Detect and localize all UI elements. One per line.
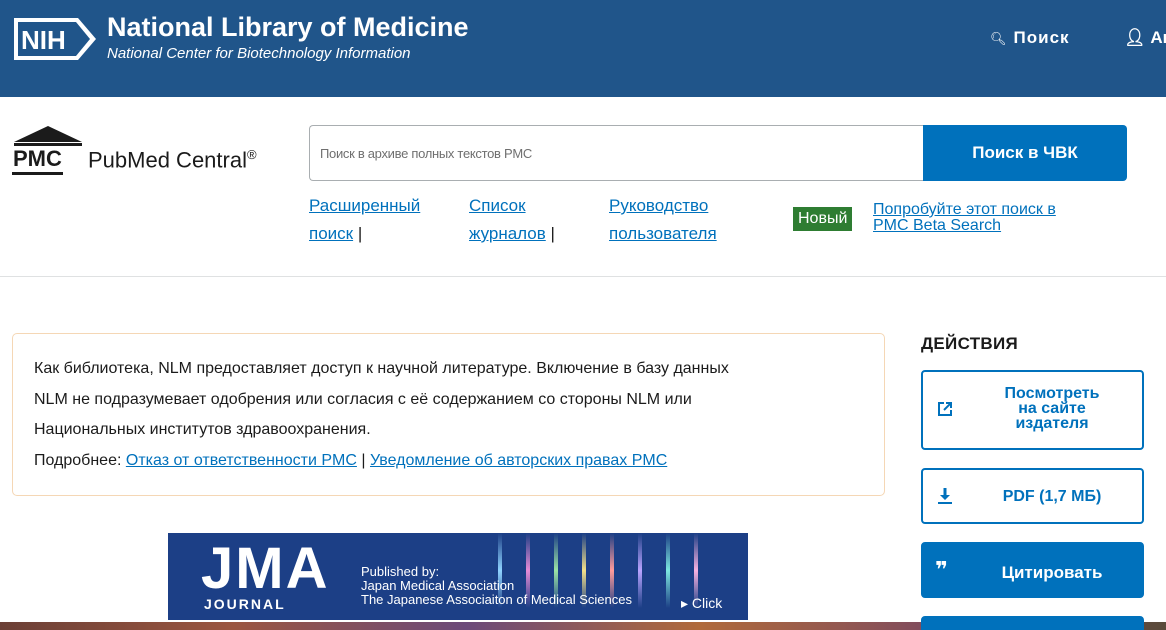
collections-button[interactable] xyxy=(921,616,1144,630)
nih-header: NIH National Library of Medicine Nationa… xyxy=(0,0,1166,97)
header-account-label: Аккаунт xyxy=(1150,28,1166,47)
quote-icon: ❞ xyxy=(935,558,948,583)
pdf-download-button[interactable]: PDF (1,7 МБ) xyxy=(921,468,1144,524)
pmc-name: PubMed Central® xyxy=(88,147,257,173)
user-guide-link-wrap: Руководство пользователя xyxy=(609,192,717,248)
ncbi-subtitle: National Center for Biotechnology Inform… xyxy=(107,45,411,62)
header-search-label: Поиск xyxy=(1013,28,1070,47)
disclaimer-link[interactable]: Отказ от ответственности PMC xyxy=(126,452,357,469)
pmc-search-button[interactable]: Поиск в ЧВК xyxy=(923,125,1127,181)
journal-list-link[interactable]: Список журналов xyxy=(469,196,546,243)
download-icon xyxy=(935,486,955,511)
jma-journal-banner[interactable]: JMA JOURNAL Published by: Japan Medical … xyxy=(168,533,748,620)
pmc-roof-icon xyxy=(14,126,82,146)
pmc-abbr: PMC xyxy=(12,146,63,175)
cite-button[interactable]: ❞ Цитировать xyxy=(921,542,1144,598)
search-icon: 🔍︎ xyxy=(990,31,1008,46)
journal-list-link-wrap: Список журналов | xyxy=(469,192,555,248)
banner-click: ▸ Click xyxy=(681,595,723,611)
disclaimer-line: NLM не подразумевает одобрения или согла… xyxy=(34,390,692,408)
pmc-beta-search-link[interactable]: Попробуйте этот поиск в PMC Beta Search xyxy=(873,202,1056,234)
advanced-search-link-wrap: Расширенный поиск | xyxy=(309,192,420,248)
banner-stripe xyxy=(638,533,642,608)
header-account-button[interactable]: 👤︎ Аккаунт xyxy=(1124,28,1166,48)
copyright-link[interactable]: Уведомление об авторских правах PMC xyxy=(370,452,667,469)
view-on-publisher-site-button[interactable]: Посмотреть на сайте издателя xyxy=(921,370,1144,450)
nih-logo[interactable]: NIH xyxy=(12,14,100,64)
new-badge: Новый xyxy=(793,207,853,231)
advanced-search-link[interactable]: Расширенный поиск xyxy=(309,196,420,243)
pdf-label: PDF (1,7 МБ) xyxy=(1002,488,1102,505)
user-guide-link[interactable]: Руководство пользователя xyxy=(609,196,717,243)
jma-journal-label: JOURNAL xyxy=(204,596,286,612)
nih-abbr: NIH xyxy=(21,25,66,55)
user-icon: 👤︎ xyxy=(1124,28,1146,47)
jma-logo: JMA xyxy=(201,536,330,601)
disclaimer-more: Подробнее: Отказ от ответственности PMC … xyxy=(34,451,668,469)
disclaimer-line: Национальных институтов здравоохранения. xyxy=(34,421,371,438)
cite-label: Цитировать xyxy=(1001,563,1103,582)
disclaimer-box: Как библиотека, NLM предоставляет доступ… xyxy=(12,333,885,496)
banner-publisher: Published by: Japan Medical Association … xyxy=(361,564,632,607)
disclaimer-line: Как библиотека, NLM предоставляет доступ… xyxy=(34,360,729,377)
pmc-logo[interactable]: PMC PubMed Central® xyxy=(12,124,297,184)
banner-stripe xyxy=(666,533,670,608)
nlm-title[interactable]: National Library of Medicine xyxy=(107,11,469,43)
pmc-search-input[interactable] xyxy=(309,125,924,181)
header-search-button[interactable]: 🔍︎ Поиск xyxy=(990,28,1070,48)
separator: | xyxy=(550,224,555,243)
separator: | xyxy=(357,224,363,243)
divider xyxy=(0,276,1166,277)
actions-title: ДЕЙСТВИЯ xyxy=(921,334,1019,353)
external-link-icon xyxy=(935,399,955,424)
